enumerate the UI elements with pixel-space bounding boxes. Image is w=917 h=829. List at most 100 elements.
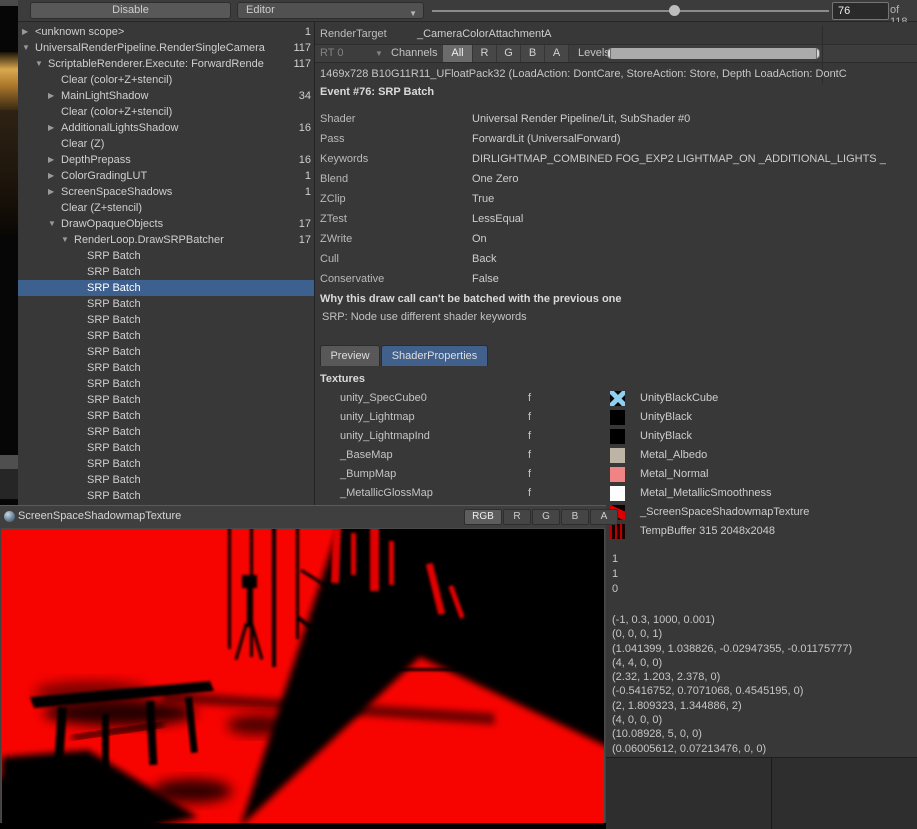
vector-value: (2, 1.809323, 1.344886, 2)	[612, 699, 852, 713]
tree-row-count: 117	[277, 40, 311, 56]
collapse-icon[interactable]: ▼	[35, 56, 43, 72]
target-selector-dropdown[interactable]: Editor ▼	[237, 2, 424, 19]
collapse-icon[interactable]: ▼	[48, 216, 56, 232]
float-values-list: 110	[612, 552, 618, 597]
tree-row[interactable]: ▶MainLightShadow34	[18, 88, 314, 104]
event-slider-handle[interactable]	[669, 5, 680, 16]
tree-row[interactable]: ▼ScriptableRenderer.Execute: ForwardRend…	[18, 56, 314, 72]
levels-max-handle[interactable]	[816, 48, 820, 59]
texture-flag: f	[528, 408, 531, 427]
tree-row[interactable]: ▶ColorGradingLUT1	[18, 168, 314, 184]
expand-icon[interactable]: ▶	[48, 88, 54, 104]
texture-swatch-icon[interactable]	[610, 391, 625, 406]
tree-row-label: Clear (color+Z+stencil)	[61, 72, 290, 88]
tree-row[interactable]: SRP Batch	[18, 328, 314, 344]
expand-icon[interactable]: ▶	[22, 24, 28, 40]
float-value: 0	[612, 582, 618, 597]
tree-row[interactable]: ▶<unknown scope>1	[18, 24, 314, 40]
tree-row[interactable]: ▼DrawOpaqueObjects17	[18, 216, 314, 232]
expand-icon[interactable]: ▶	[48, 152, 54, 168]
preview-channel-button-r[interactable]: R	[503, 509, 531, 525]
preview-channel-button-a[interactable]: A	[590, 509, 618, 525]
levels-range-slider[interactable]	[607, 48, 820, 59]
preview-channel-button-g[interactable]: G	[532, 509, 560, 525]
shader-state-row: ZWriteOn	[320, 229, 917, 249]
tree-row[interactable]: ▼UniversalRenderPipeline.RenderSingleCam…	[18, 40, 314, 56]
tree-row[interactable]: SRP Batch	[18, 280, 314, 296]
tree-row[interactable]: Clear (Z+stencil)	[18, 200, 314, 216]
tree-row[interactable]: SRP Batch	[18, 440, 314, 456]
levels-label: Levels	[578, 47, 610, 59]
tree-row-label: SRP Batch	[87, 248, 290, 264]
vector-value: (10.08928, 5, 0, 0)	[612, 727, 852, 741]
texture-row: unity_LightmapfUnityBlack	[315, 408, 917, 427]
property-value: True	[472, 189, 494, 209]
collapse-icon[interactable]: ▼	[61, 232, 69, 248]
tree-row[interactable]: SRP Batch	[18, 376, 314, 392]
texture-swatch-icon[interactable]	[610, 448, 625, 463]
scene-fragment	[0, 52, 18, 110]
tree-row[interactable]: SRP Batch	[18, 360, 314, 376]
tree-row[interactable]: SRP Batch	[18, 248, 314, 264]
property-label: Pass	[320, 129, 344, 149]
texture-swatch-icon[interactable]	[610, 410, 625, 425]
event-slider-track[interactable]	[432, 10, 829, 12]
tree-row[interactable]: Clear (color+Z+stencil)	[18, 104, 314, 120]
preview-titlebar[interactable]: ScreenSpaceShadowmapTexture RGBRGBA	[0, 506, 606, 528]
tree-row[interactable]: SRP Batch	[18, 264, 314, 280]
texture-swatch-icon[interactable]	[610, 486, 625, 501]
tree-row-count: 16	[277, 152, 311, 168]
collapse-icon[interactable]: ▼	[22, 40, 30, 56]
tree-row[interactable]: Clear (color+Z+stencil)	[18, 72, 314, 88]
tree-row[interactable]: ▼RenderLoop.DrawSRPBatcher17	[18, 232, 314, 248]
tree-row-label: ScreenSpaceShadows	[61, 184, 290, 200]
tree-row[interactable]: SRP Batch	[18, 408, 314, 424]
texture-name: UnityBlackCube	[640, 389, 718, 408]
tree-row[interactable]: SRP Batch	[18, 344, 314, 360]
tree-row[interactable]: SRP Batch	[18, 472, 314, 488]
texture-row: _BumpMapfMetal_Normal	[315, 465, 917, 484]
property-value: False	[472, 269, 499, 289]
float-value: 1	[612, 552, 618, 567]
tree-row-count: 1	[277, 184, 311, 200]
texture-swatch-icon[interactable]	[610, 429, 625, 444]
tree-row[interactable]: ▶AdditionalLightsShadow16	[18, 120, 314, 136]
tree-row[interactable]: SRP Batch	[18, 488, 314, 504]
channel-button-g[interactable]: G	[497, 45, 521, 62]
preview-channel-button-rgb[interactable]: RGB	[464, 509, 502, 525]
texture-swatch-icon[interactable]	[610, 467, 625, 482]
preview-title: ScreenSpaceShadowmapTexture	[18, 510, 181, 522]
event-number-input[interactable]: 76	[832, 2, 889, 20]
tree-row[interactable]: SRP Batch	[18, 312, 314, 328]
texture-name: TempBuffer 315 2048x2048	[640, 522, 775, 541]
tree-row-label: <unknown scope>	[35, 24, 290, 40]
tree-row[interactable]: ▶DepthPrepass16	[18, 152, 314, 168]
channel-button-b[interactable]: B	[521, 45, 545, 62]
tree-row-label: SRP Batch	[87, 488, 290, 504]
tab-preview[interactable]: Preview	[320, 345, 380, 366]
vector-values-list: (-1, 0.3, 1000, 0.001)(0, 0, 0, 1)(1.041…	[612, 613, 852, 756]
tree-row[interactable]: SRP Batch	[18, 392, 314, 408]
texture-swatch-icon[interactable]	[610, 524, 625, 539]
preview-channel-button-b[interactable]: B	[561, 509, 589, 525]
expand-icon[interactable]: ▶	[48, 184, 54, 200]
tree-row[interactable]: Clear (Z)	[18, 136, 314, 152]
channel-button-a[interactable]: A	[545, 45, 569, 62]
levels-min-handle[interactable]	[607, 48, 611, 59]
tree-row-label: SRP Batch	[87, 312, 290, 328]
tree-row[interactable]: SRP Batch	[18, 424, 314, 440]
tree-row[interactable]: SRP Batch	[18, 296, 314, 312]
channel-button-r[interactable]: R	[473, 45, 497, 62]
shadowmap-preview-image	[2, 529, 604, 823]
tree-row[interactable]: SRP Batch	[18, 456, 314, 472]
channel-button-all[interactable]: All	[443, 45, 473, 62]
tree-row[interactable]: ▶ ScreenSpaceShadows1	[18, 184, 314, 200]
float-value: 1	[612, 567, 618, 582]
disable-button[interactable]: Disable	[30, 2, 231, 19]
texture-property-name: _BaseMap	[340, 446, 393, 465]
rt-dropdown[interactable]: RT 0	[320, 47, 343, 59]
expand-icon[interactable]: ▶	[48, 120, 54, 136]
tree-row-label: RenderLoop.DrawSRPBatcher	[74, 232, 290, 248]
tab-shader-properties[interactable]: ShaderProperties	[381, 345, 488, 366]
expand-icon[interactable]: ▶	[48, 168, 54, 184]
